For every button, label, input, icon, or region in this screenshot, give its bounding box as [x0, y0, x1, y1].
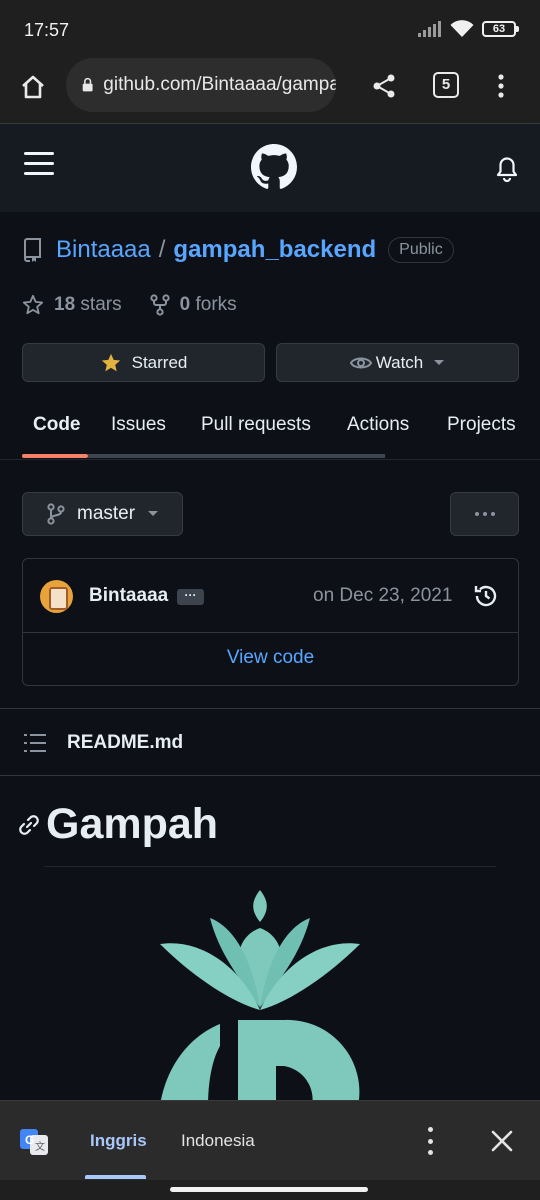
watch-button[interactable]: Watch [276, 343, 519, 382]
github-logo-icon[interactable] [251, 144, 297, 190]
eye-icon [349, 357, 372, 368]
readme-header: README.md [0, 708, 540, 776]
github-header [0, 124, 540, 212]
share-button[interactable] [368, 70, 400, 102]
tab-projects[interactable]: Projects [447, 414, 516, 436]
notification-bell-icon[interactable] [494, 154, 520, 182]
forks-link[interactable]: 0 forks [150, 294, 237, 316]
chevron-down-icon [148, 511, 159, 516]
repo-name-link[interactable]: gampah_backend [173, 236, 376, 264]
google-translate-icon[interactable]: G 文 [18, 1125, 50, 1157]
forks-label: forks [195, 294, 237, 315]
close-icon[interactable] [490, 1129, 514, 1153]
repo-icon [24, 238, 41, 262]
list-icon[interactable] [24, 733, 46, 753]
heading-divider [44, 866, 496, 867]
stars-count: 18 [54, 294, 76, 315]
project-logo-image [160, 890, 360, 1106]
signal-icon [418, 21, 441, 37]
tab-pull-requests[interactable]: Pull requests [201, 414, 311, 436]
commit-author-link[interactable]: Bintaaaa [89, 585, 168, 607]
star-outline-icon [22, 294, 44, 315]
repo-owner-link[interactable]: Bintaaaa [56, 236, 151, 264]
tab-actions[interactable]: Actions [347, 414, 409, 436]
avatar[interactable] [40, 580, 73, 613]
status-icons: 63 [418, 20, 519, 38]
anchor-link-icon[interactable] [18, 814, 40, 836]
browser-menu-button[interactable] [488, 70, 514, 102]
visibility-badge: Public [388, 237, 454, 263]
branch-icon [47, 503, 65, 525]
commit-date: on Dec 23, 2021 [313, 585, 453, 606]
svg-text:文: 文 [35, 1140, 45, 1153]
lock-icon [82, 77, 93, 92]
active-language-indicator [85, 1175, 146, 1179]
home-icon [22, 75, 44, 99]
gesture-navigation-bar [0, 1180, 540, 1200]
starred-label: Starred [131, 352, 188, 372]
starred-button[interactable]: Starred [22, 343, 265, 382]
kebab-dot [427, 1127, 433, 1132]
status-time: 17:57 [24, 20, 70, 40]
translate-target-tab[interactable]: Indonesia [181, 1131, 255, 1151]
star-filled-icon [101, 353, 120, 371]
address-bar[interactable]: github.com/Bintaaaa/gampah_backend [66, 58, 336, 112]
svg-text:G: G [25, 1133, 34, 1147]
translate-source-tab[interactable]: Inggris [90, 1131, 147, 1151]
stars-label: stars [80, 294, 122, 315]
share-icon [373, 74, 395, 98]
translate-menu-button[interactable] [420, 1127, 440, 1155]
commit-row: Bintaaaa ··· on Dec 23, 2021 [23, 559, 518, 633]
tab-switcher-button[interactable]: 5 [433, 72, 459, 98]
fork-icon [150, 294, 170, 316]
repo-stats: 18 stars 0 forks [22, 294, 237, 316]
view-code-link[interactable]: View code [23, 647, 518, 669]
repo-separator: / [158, 236, 166, 263]
chevron-down-icon [434, 359, 445, 365]
kebab-dot [482, 512, 487, 516]
branch-name: master [77, 503, 136, 524]
kebab-dot [474, 512, 479, 516]
repo-title: Bintaaaa / gampah_backend Public [22, 236, 454, 264]
active-tab-indicator [22, 454, 88, 458]
stars-link[interactable]: 18 stars [22, 294, 122, 316]
home-indicator[interactable] [170, 1187, 368, 1192]
kebab-dot [427, 1150, 433, 1155]
tab-scrollbar[interactable] [88, 454, 385, 458]
hamburger-menu-button[interactable] [24, 152, 54, 178]
latest-commit-box: Bintaaaa ··· on Dec 23, 2021 View code [22, 558, 519, 686]
watch-label: Watch [375, 352, 424, 372]
history-icon[interactable] [473, 583, 499, 609]
home-button[interactable] [16, 70, 50, 104]
kebab-dot [427, 1138, 433, 1144]
more-vertical-icon [498, 74, 504, 98]
commit-message-toggle[interactable]: ··· [177, 589, 204, 605]
more-options-button[interactable] [450, 492, 519, 536]
kebab-dot [490, 512, 495, 516]
browser-toolbar: github.com/Bintaaaa/gampah_backend 5 [0, 58, 540, 124]
tab-issues[interactable]: Issues [111, 414, 166, 436]
readme-heading: Gampah [18, 800, 218, 849]
readme-title: Gampah [46, 800, 219, 848]
status-bar: 17:57 63 [0, 0, 540, 58]
tab-code[interactable]: Code [33, 414, 81, 436]
repo-tab-bar: Code Issues Pull requests Actions Projec… [0, 404, 540, 460]
translate-bar: G 文 Inggris Indonesia [0, 1100, 540, 1180]
readme-filename: README.md [67, 732, 184, 753]
forks-count: 0 [179, 294, 191, 315]
url-text: github.com/Bintaaaa/gampah_backend [103, 74, 336, 95]
wifi-icon [450, 20, 474, 37]
battery-indicator: 63 [482, 21, 519, 37]
branch-selector[interactable]: master [22, 492, 183, 536]
